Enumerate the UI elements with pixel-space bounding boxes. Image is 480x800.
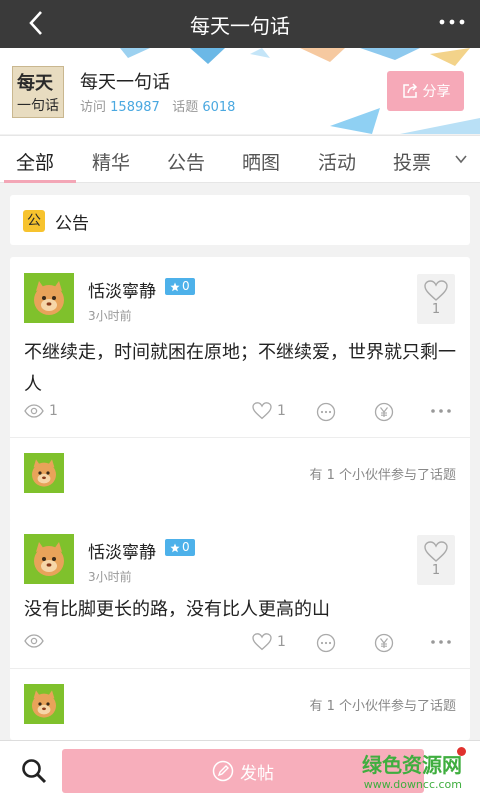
- post-time: 3小时前: [88, 570, 132, 584]
- edit-icon: [212, 760, 234, 782]
- views-count: 1: [49, 403, 58, 419]
- post-time: 3小时前: [88, 309, 132, 323]
- tab-all[interactable]: 全部: [16, 148, 54, 175]
- new-post-label: 发帖: [240, 763, 274, 784]
- tab-featured[interactable]: 精华: [92, 148, 130, 175]
- action-like-count: 1: [277, 403, 286, 419]
- views-indicator: [24, 634, 49, 648]
- topics-label: 话题: [172, 100, 199, 115]
- visits-count: 158987: [110, 100, 160, 115]
- cartoon-avatar-icon: [34, 281, 64, 315]
- topics-count: 6018: [202, 100, 236, 115]
- post-author[interactable]: 恬淡寧静: [88, 277, 156, 302]
- avatar[interactable]: [24, 273, 74, 323]
- top-bar: 每天一句话: [0, 0, 480, 48]
- group-header: 每天 一句话 每天一句话 访问 158987 话题 6018 分享: [0, 48, 480, 134]
- like-action[interactable]: 1: [252, 402, 286, 420]
- views-indicator: 1: [24, 403, 58, 419]
- tab-events[interactable]: 活动: [318, 148, 356, 175]
- share-button[interactable]: 分享: [387, 71, 464, 111]
- announcement-label: 公告: [55, 214, 89, 234]
- post-content: 不继续走，时间就困在原地；不继续爱，世界就只剩一人: [24, 342, 456, 395]
- cartoon-avatar-icon: [32, 690, 56, 718]
- action-like-count: 1: [277, 634, 286, 650]
- visits-label: 访问: [80, 100, 107, 115]
- group-name: 每天一句话: [80, 72, 170, 93]
- watermark-title: 绿色资源网: [362, 753, 462, 777]
- level-badge: 0: [165, 539, 195, 556]
- bottom-bar: 发帖 绿色资源网 www.downcc.com: [0, 740, 480, 800]
- active-tab-indicator: [4, 180, 76, 183]
- post-card[interactable]: 恬淡寧静 0 3小时前 1 没有比脚更长的路，没有比人更高的山 1 有 1 个小…: [10, 518, 470, 740]
- watermark: 绿色资源网 www.downcc.com: [362, 749, 462, 791]
- level-value: 0: [182, 279, 190, 293]
- more-options-icon[interactable]: [438, 10, 466, 34]
- eye-icon: [24, 634, 44, 648]
- page-title: 每天一句话: [190, 14, 290, 38]
- notification-dot: [457, 747, 466, 756]
- post-actions: 1 1: [10, 397, 470, 427]
- participant-avatar[interactable]: [24, 684, 64, 724]
- chevron-down-icon[interactable]: [454, 152, 468, 166]
- post-author[interactable]: 恬淡寧静: [88, 538, 156, 563]
- like-count: 1: [431, 563, 441, 578]
- participants-row[interactable]: 有 1 个小伙伴参与了话题: [10, 438, 470, 508]
- like-action[interactable]: 1: [252, 633, 286, 651]
- reward-yen-icon[interactable]: [374, 633, 394, 653]
- watermark-url: www.downcc.com: [363, 778, 462, 791]
- announcement-badge-icon: 公: [23, 210, 45, 232]
- star-icon: [170, 543, 180, 552]
- search-icon[interactable]: [20, 757, 48, 785]
- heart-icon: [252, 633, 272, 651]
- cartoon-avatar-icon: [34, 542, 64, 576]
- reward-yen-icon[interactable]: [374, 402, 394, 422]
- share-icon: [402, 83, 417, 98]
- like-count: 1: [431, 302, 441, 317]
- level-value: 0: [182, 540, 190, 554]
- cartoon-avatar-icon: [32, 459, 56, 487]
- participants-text: 有 1 个小伙伴参与了话题: [309, 699, 456, 714]
- comment-icon[interactable]: [316, 402, 336, 422]
- heart-icon: [252, 402, 272, 420]
- participant-avatar[interactable]: [24, 453, 64, 493]
- level-badge: 0: [165, 278, 195, 295]
- like-box[interactable]: 1: [417, 535, 455, 585]
- participants-row[interactable]: 有 1 个小伙伴参与了话题: [10, 669, 470, 739]
- post-card[interactable]: 恬淡寧静 0 3小时前 1 不继续走，时间就困在原地；不继续爱，世界就只剩一人 …: [10, 257, 470, 522]
- avatar[interactable]: [24, 534, 74, 584]
- participants-text: 有 1 个小伙伴参与了话题: [309, 468, 456, 483]
- comment-icon[interactable]: [316, 633, 336, 653]
- share-label: 分享: [422, 84, 451, 100]
- category-tabs: 全部 精华 公告 晒图 活动 投票: [0, 135, 480, 183]
- announcement-bar[interactable]: 公 公告: [10, 195, 470, 245]
- eye-icon: [24, 404, 44, 418]
- tab-vote[interactable]: 投票: [393, 148, 431, 175]
- group-logo: 每天 一句话: [12, 66, 64, 118]
- more-icon[interactable]: [430, 639, 452, 645]
- star-icon: [170, 282, 180, 291]
- tab-announcement[interactable]: 公告: [167, 148, 205, 175]
- heart-icon: [424, 280, 448, 301]
- post-actions: 1: [10, 628, 470, 658]
- group-stats: 访问 158987 话题 6018: [80, 96, 235, 115]
- more-icon[interactable]: [430, 408, 452, 414]
- post-content: 没有比脚更长的路，没有比人更高的山: [24, 599, 330, 620]
- heart-icon: [424, 541, 448, 562]
- tab-photos[interactable]: 晒图: [242, 148, 280, 175]
- like-box[interactable]: 1: [417, 274, 455, 324]
